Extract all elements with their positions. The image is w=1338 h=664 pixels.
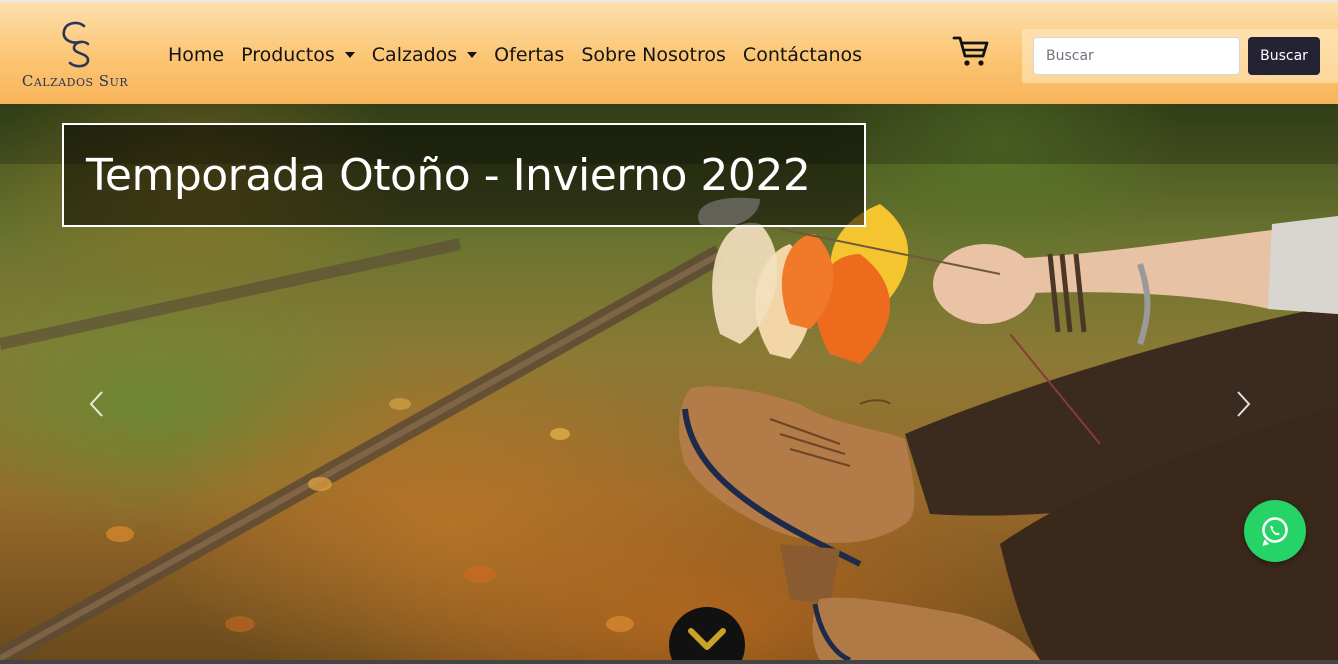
whatsapp-button[interactable]: [1244, 500, 1306, 562]
hero-title: Temporada Otoño - Invierno 2022: [86, 149, 811, 201]
nav-item-label: Sobre Nosotros: [581, 44, 726, 66]
chevron-down-icon: [688, 628, 726, 650]
hero-carousel: Temporada Otoño - Invierno 2022: [0, 104, 1338, 660]
nav-item-ofertas[interactable]: Ofertas: [494, 44, 564, 66]
nav-item-contactanos[interactable]: Contáctanos: [743, 44, 862, 66]
nav-item-calzados[interactable]: Calzados: [371, 44, 478, 66]
caret-down-icon: [344, 52, 355, 58]
page-bottom-edge: [0, 660, 1338, 664]
caret-down-icon: [467, 52, 478, 58]
nav-item-label: Ofertas: [494, 44, 565, 66]
top-navbar: Calzados Sur Home Productos Calzados Ofe…: [0, 0, 1338, 104]
search-input[interactable]: [1033, 37, 1240, 75]
main-nav: Home Productos Calzados Ofertas Sobre No…: [168, 42, 879, 68]
brand-name: Calzados Sur: [21, 72, 129, 90]
nav-item-label: Calzados: [371, 44, 458, 66]
nav-item-productos[interactable]: Productos: [241, 44, 355, 66]
nav-item-label: Home: [168, 44, 225, 66]
nav-item-label: Productos: [241, 44, 335, 66]
whatsapp-icon: [1262, 517, 1288, 546]
monogram-logo-icon: [62, 21, 90, 68]
chevron-right-icon[interactable]: [1231, 389, 1255, 419]
scroll-down-button[interactable]: [669, 607, 745, 660]
search-form: Buscar: [1022, 29, 1338, 83]
nav-item-home[interactable]: Home: [168, 44, 224, 66]
cart-icon[interactable]: [952, 34, 990, 68]
hero-caption: Temporada Otoño - Invierno 2022: [62, 123, 866, 227]
search-button[interactable]: Buscar: [1248, 37, 1320, 75]
brand-logo[interactable]: Calzados Sur: [8, 20, 142, 96]
nav-item-label: Contáctanos: [742, 44, 863, 66]
nav-item-sobre-nosotros[interactable]: Sobre Nosotros: [581, 44, 726, 66]
chevron-left-icon[interactable]: [85, 389, 109, 419]
